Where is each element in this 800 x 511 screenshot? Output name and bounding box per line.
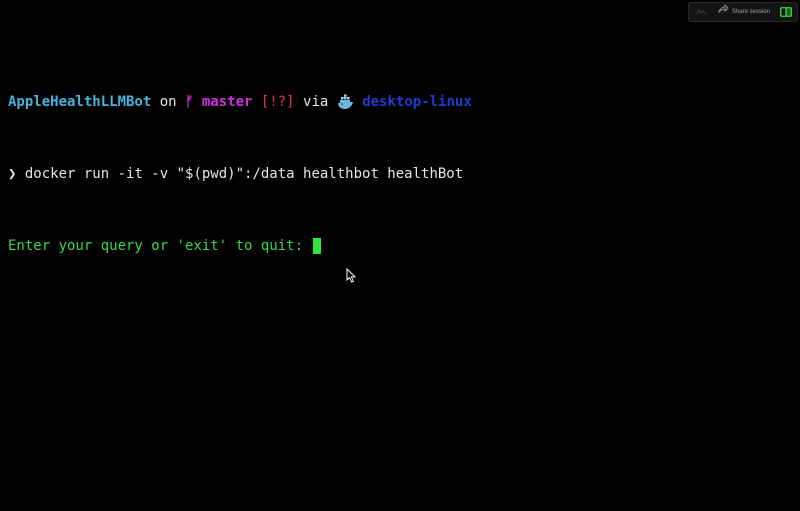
git-branch-icon: ᚠ <box>185 94 194 110</box>
terminal-output: AppleHealthLLMBot on ᚠ master [!?] via d… <box>8 39 472 309</box>
query-prompt-text: Enter your query or 'exit' to quit: <box>8 238 312 254</box>
split-pane-icon <box>780 7 792 17</box>
mouse-pointer-icon <box>346 267 357 288</box>
docker-whale-icon <box>337 94 354 110</box>
git-branch-name: master <box>201 94 253 110</box>
prompt-on: on <box>151 94 186 110</box>
terminal-window[interactable]: Share session AppleHealthLLMBot on ᚠ mas… <box>0 0 800 511</box>
shell-prompt-line: AppleHealthLLMBot on ᚠ master [!?] via d… <box>8 93 472 111</box>
repo-name: AppleHealthLLMBot <box>8 94 152 110</box>
git-status: [!?] <box>260 94 295 110</box>
docker-context: desktop-linux <box>362 94 472 110</box>
share-arrow-icon <box>718 3 729 21</box>
prompt-via: via <box>294 94 337 110</box>
share-session-button[interactable]: Share session <box>715 3 773 21</box>
edit-icon[interactable] <box>695 6 709 18</box>
query-prompt-line[interactable]: Enter your query or 'exit' to quit: <box>8 237 472 255</box>
command-line: ❯ docker run -it -v "$(pwd)":/data healt… <box>8 165 472 183</box>
share-session-label: Share session <box>731 9 770 15</box>
text-cursor[interactable] <box>313 238 322 254</box>
prompt-symbol: ❯ <box>8 166 17 182</box>
command-text: docker run -it -v "$(pwd)":/data healthb… <box>24 166 464 182</box>
split-pane-button[interactable] <box>779 6 793 18</box>
session-toolbar: Share session <box>687 2 798 22</box>
